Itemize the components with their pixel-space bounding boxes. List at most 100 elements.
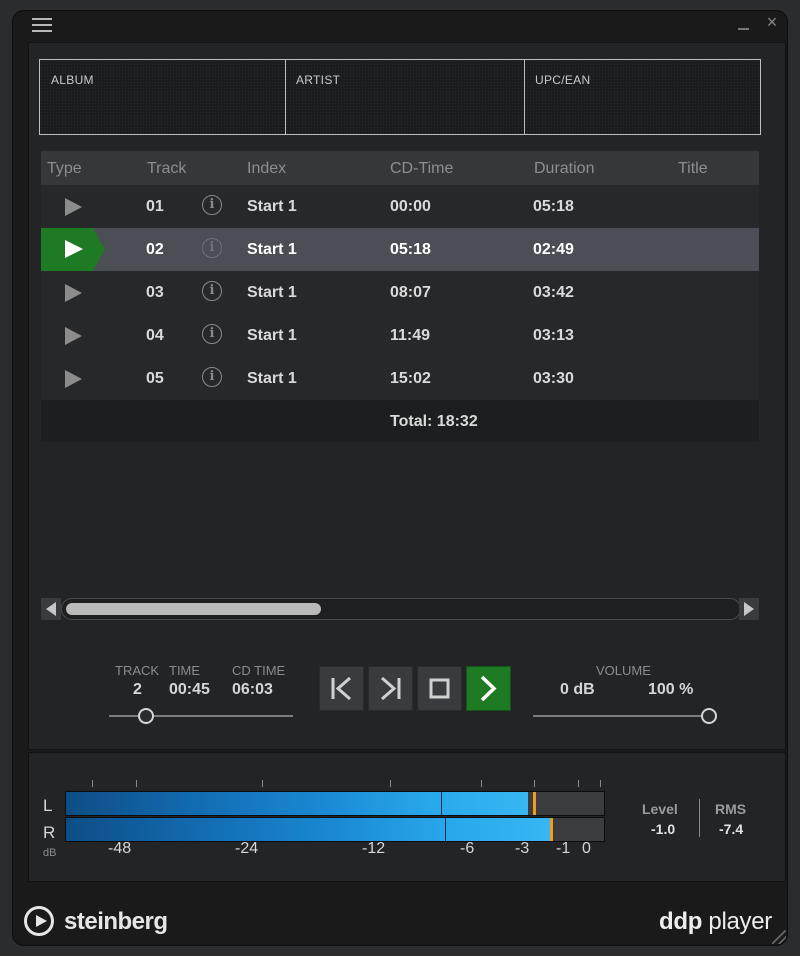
track-number: 05: [146, 370, 164, 387]
volume-db-value: 0 dB: [560, 681, 595, 698]
track-cd-time: 11:49: [390, 327, 431, 344]
scale-label: 0: [582, 840, 591, 857]
scale-tick: [481, 780, 482, 787]
column-header-title[interactable]: Title: [678, 160, 708, 178]
total-row: Total: 18:32: [41, 400, 759, 442]
play-track-icon[interactable]: [65, 284, 82, 302]
info-icon[interactable]: i: [202, 238, 222, 258]
scale-label: -6: [460, 840, 475, 857]
left-channel-label: L: [43, 796, 53, 815]
artist-field[interactable]: ARTIST: [285, 60, 525, 134]
scroll-track[interactable]: [61, 598, 741, 620]
track-cd-time: 08:07: [390, 284, 431, 301]
track-value: 2: [133, 681, 142, 698]
product-name: ddp player: [659, 908, 772, 936]
scale-tick: [600, 780, 601, 787]
track-index: Start 1: [247, 370, 297, 387]
play-track-icon[interactable]: [65, 327, 82, 345]
close-icon[interactable]: ×: [764, 13, 780, 31]
table-row[interactable]: 03 i Start 1 08:07 03:42: [41, 271, 759, 314]
minimize-icon[interactable]: [738, 18, 749, 30]
scroll-left-arrow-icon[interactable]: [41, 598, 61, 620]
info-icon[interactable]: i: [202, 367, 222, 387]
scale-label: -12: [362, 840, 386, 857]
track-duration: 05:18: [533, 198, 574, 215]
play-icon: [480, 675, 497, 702]
previous-track-button[interactable]: [319, 666, 364, 711]
track-number: 02: [146, 241, 164, 258]
right-peak-marker: [550, 818, 553, 841]
play-button[interactable]: [466, 666, 511, 711]
scroll-thumb[interactable]: [66, 603, 321, 615]
upc-ean-label: UPC/EAN: [535, 73, 591, 87]
scale-tick: [136, 780, 137, 787]
rms-value: -7.4: [719, 821, 744, 837]
volume-label: VOLUME: [596, 663, 651, 678]
track-index: Start 1: [247, 198, 297, 215]
track-index: Start 1: [247, 241, 297, 258]
column-header-track[interactable]: Track: [147, 160, 186, 178]
table-row[interactable]: 04 i Start 1 11:49 03:13: [41, 314, 759, 357]
db-unit-label: dB: [43, 847, 57, 859]
volume-slider-track[interactable]: [533, 715, 709, 717]
track-duration: 03:30: [533, 370, 574, 387]
level-value: -1.0: [651, 821, 676, 837]
track-table: Type Track Index CD-Time Duration Title …: [41, 151, 759, 442]
position-slider-track[interactable]: [109, 715, 293, 717]
position-slider-knob[interactable]: [137, 708, 154, 724]
track-duration: 03:42: [533, 284, 574, 301]
column-header-cd-time[interactable]: CD-Time: [390, 160, 453, 178]
scale-tick: [262, 780, 263, 787]
track-number: 01: [146, 198, 164, 215]
info-icon[interactable]: i: [202, 324, 222, 344]
ddp-player-window: × ALBUM ARTIST UPC/EAN Type Track Index …: [12, 10, 788, 946]
scale-tick: [578, 780, 579, 787]
column-header-duration[interactable]: Duration: [534, 160, 594, 178]
play-track-icon[interactable]: [65, 198, 82, 216]
brand-name: steinberg: [64, 908, 168, 935]
track-number: 04: [146, 327, 164, 344]
scroll-right-arrow-icon[interactable]: [739, 598, 759, 620]
title-bar: ×: [12, 10, 788, 40]
right-level-meter: [65, 817, 605, 842]
previous-track-icon: [331, 676, 351, 701]
time-label: TIME: [169, 663, 201, 678]
scale-label: -24: [235, 840, 259, 857]
play-track-icon[interactable]: [65, 370, 82, 388]
info-icon[interactable]: i: [202, 281, 222, 301]
left-peak-marker: [533, 792, 536, 815]
cd-time-label: CD TIME: [232, 663, 286, 678]
time-value: 00:45: [169, 681, 210, 698]
track-label: TRACK: [115, 663, 160, 678]
scale-label: -3: [515, 840, 530, 857]
track-cd-time: 05:18: [390, 241, 431, 258]
info-icon[interactable]: i: [202, 195, 222, 215]
horizontal-scrollbar[interactable]: [41, 598, 759, 620]
column-header-index[interactable]: Index: [247, 160, 286, 178]
product-name-bold: ddp: [658, 908, 703, 935]
disc-info-box: ALBUM ARTIST UPC/EAN: [39, 59, 761, 135]
level-rms-divider: [699, 799, 700, 837]
volume-slider-knob[interactable]: [701, 708, 717, 724]
right-channel-label: R: [43, 823, 56, 842]
next-track-button[interactable]: [368, 666, 413, 711]
footer: steinberg ddp player: [12, 888, 788, 946]
track-index: Start 1: [247, 284, 297, 301]
table-header: Type Track Index CD-Time Duration Title: [41, 151, 759, 185]
table-row[interactable]: 01 i Start 1 00:00 05:18: [41, 185, 759, 228]
left-rms-marker: [441, 792, 442, 815]
resize-grip-icon[interactable]: [772, 930, 786, 944]
upc-ean-field[interactable]: UPC/EAN: [524, 60, 760, 134]
tracklist-panel: ALBUM ARTIST UPC/EAN Type Track Index CD…: [28, 42, 786, 750]
playing-track-icon[interactable]: [41, 228, 105, 271]
product-name-rest: player: [702, 908, 772, 935]
scale-tick: [92, 780, 93, 787]
track-cd-time: 15:02: [390, 370, 431, 387]
table-row[interactable]: 05 i Start 1 15:02 03:30: [41, 357, 759, 400]
hamburger-menu-icon[interactable]: [32, 18, 52, 32]
table-row[interactable]: 02 i Start 1 05:18 02:49: [41, 228, 759, 271]
column-header-type[interactable]: Type: [47, 160, 82, 178]
album-field[interactable]: ALBUM: [40, 60, 286, 134]
track-cd-time: 00:00: [390, 198, 431, 215]
stop-button[interactable]: [417, 666, 462, 711]
